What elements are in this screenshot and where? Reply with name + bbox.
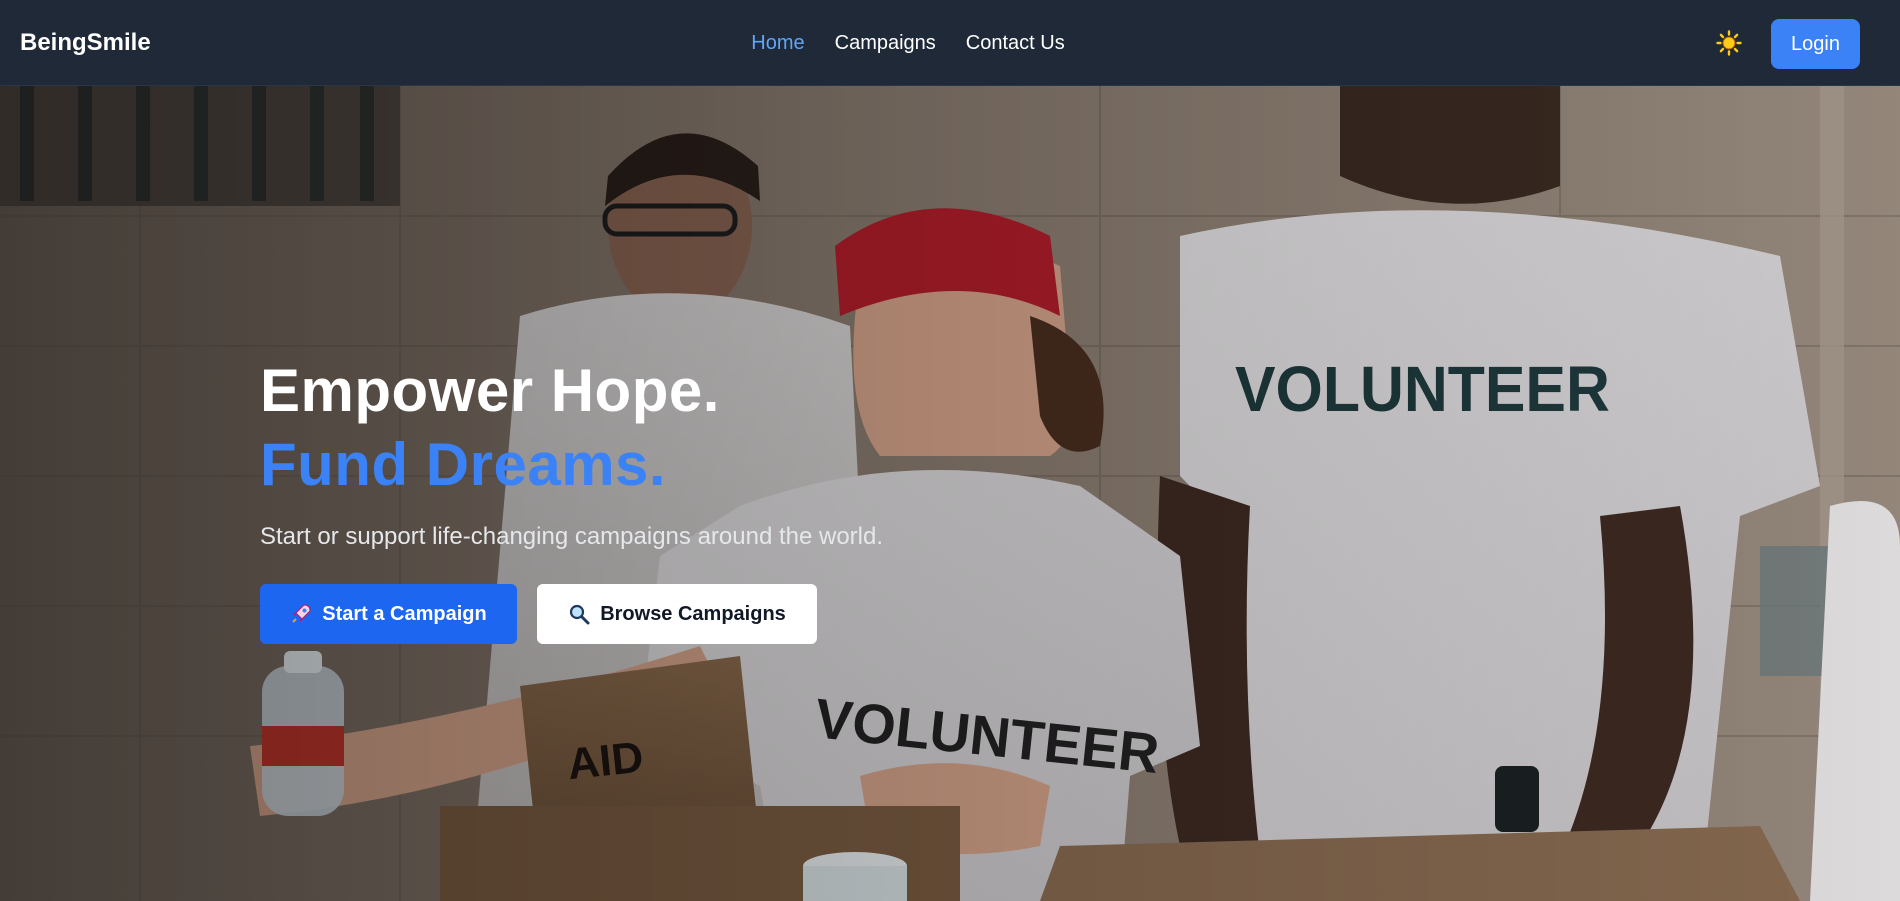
hero-content: Empower Hope. Fund Dreams. Start or supp…	[260, 354, 1160, 644]
hero-headline: Empower Hope. Fund Dreams.	[260, 354, 1160, 502]
hero-subtitle: Start or support life-changing campaigns…	[260, 523, 884, 550]
top-navbar: BeingSmile Home Campaigns Contact Us Log…	[0, 0, 1900, 86]
theme-toggle-button[interactable]	[1712, 26, 1746, 60]
headline-line-1: Empower Hope.	[260, 357, 720, 424]
brand-logo[interactable]: BeingSmile	[20, 0, 151, 86]
nav-link-contact-us[interactable]: Contact Us	[966, 32, 1065, 55]
headline-line-2: Fund Dreams.	[260, 431, 667, 498]
login-button[interactable]: Login	[1771, 19, 1860, 69]
browse-campaigns-label: Browse Campaigns	[600, 602, 786, 625]
browse-campaigns-button[interactable]: Browse Campaigns	[537, 584, 817, 644]
start-campaign-label: Start a Campaign	[322, 602, 487, 625]
sun-icon	[1716, 30, 1742, 56]
nav-link-campaigns[interactable]: Campaigns	[835, 32, 936, 55]
nav-links: Home Campaigns Contact Us	[0, 0, 1900, 86]
magnifier-icon	[568, 603, 590, 625]
start-campaign-button[interactable]: Start a Campaign	[260, 584, 517, 644]
hero-cta-row: Start a Campaign Browse Campaigns	[260, 584, 1160, 644]
hero-section: VOLUNTEER VOLUNTEER AID Empower Hope. Fu…	[0, 86, 1900, 901]
rocket-icon	[290, 603, 312, 625]
nav-link-home[interactable]: Home	[751, 32, 804, 55]
